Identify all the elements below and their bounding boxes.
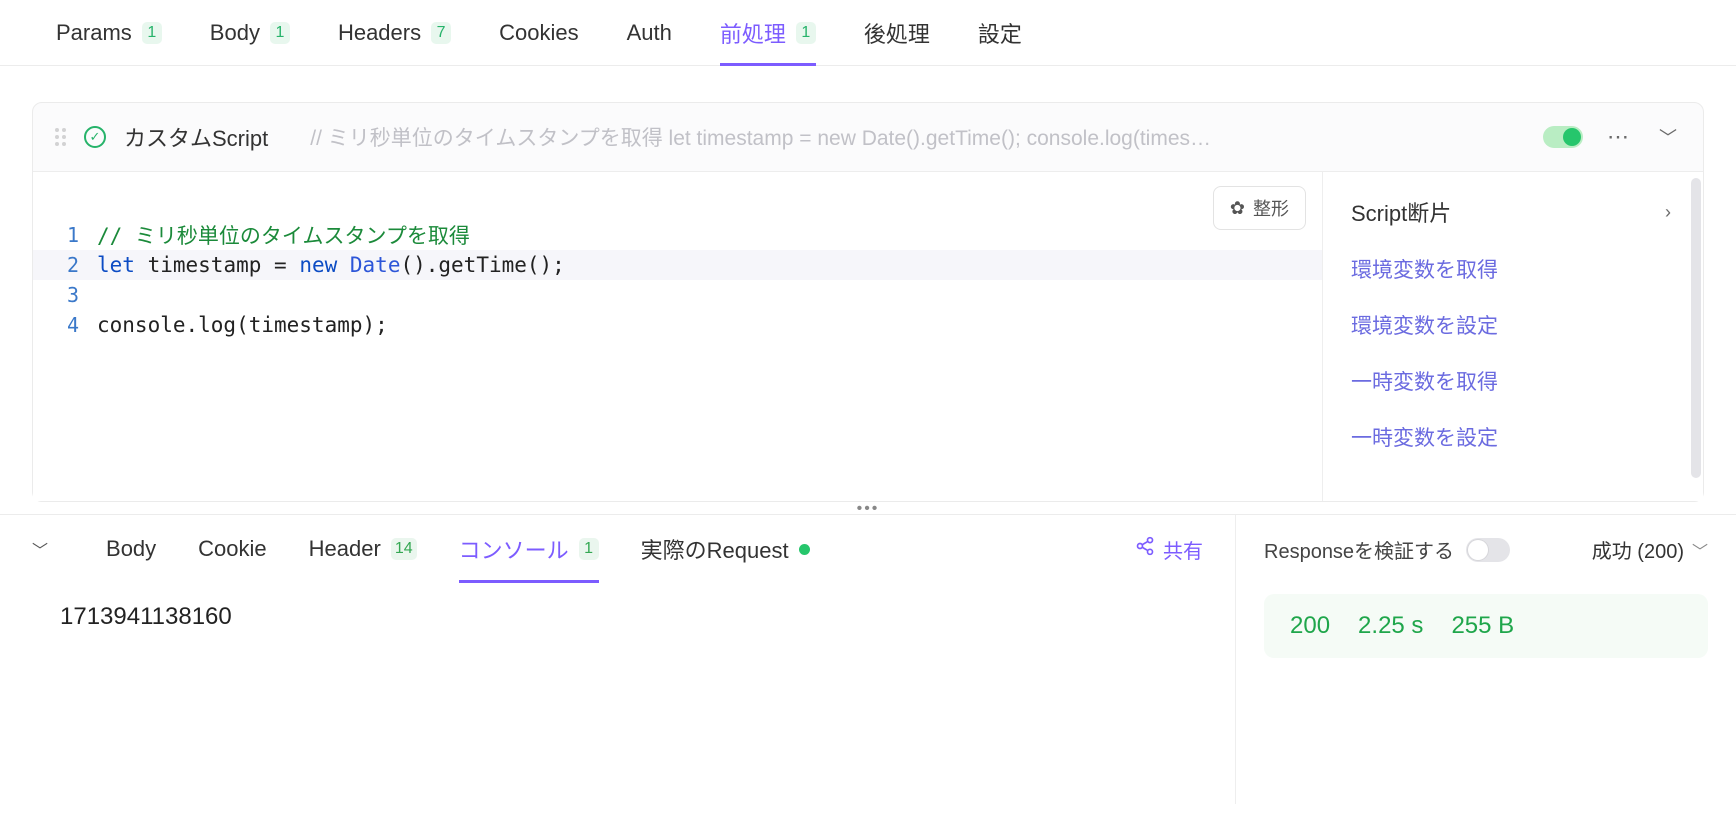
resp-tab-header[interactable]: Header 14: [309, 515, 417, 583]
metric-size: 255 B: [1451, 612, 1514, 640]
resp-tab-cookie[interactable]: Cookie: [198, 515, 266, 583]
verify-toggle[interactable]: [1466, 538, 1510, 562]
response-metrics: 200 2.25 s 255 B: [1264, 594, 1708, 658]
tab-headers[interactable]: Headers 7: [338, 0, 451, 65]
metric-time: 2.25 s: [1358, 612, 1423, 640]
drag-handle-icon[interactable]: [55, 128, 66, 146]
request-tabs: Params 1 Body 1 Headers 7 Cookies Auth 前…: [0, 0, 1736, 66]
tab-postprocess[interactable]: 後処理: [864, 0, 930, 65]
tab-headers-count: 7: [431, 22, 451, 44]
resizer-handle[interactable]: •••: [0, 500, 1736, 514]
format-label: 整形: [1253, 195, 1289, 221]
resp-tab-body[interactable]: Body: [106, 515, 156, 583]
resp-tab-body-label: Body: [106, 536, 156, 562]
resp-tab-header-count: 14: [391, 538, 417, 560]
tab-params-count: 1: [142, 22, 162, 44]
share-button[interactable]: 共有: [1135, 535, 1203, 564]
resp-tab-console-label: コンソール: [459, 533, 569, 565]
code-area: 1 // ミリ秒単位のタイムスタンプを取得 2 let timestamp = …: [33, 178, 1322, 340]
code-line-1: // ミリ秒単位のタイムスタンプを取得: [97, 224, 470, 248]
tab-body-label: Body: [210, 20, 260, 46]
tab-body[interactable]: Body 1: [210, 0, 290, 65]
tab-headers-label: Headers: [338, 20, 421, 46]
snippet-set-env[interactable]: 環境変数を設定: [1351, 310, 1675, 340]
snippet-set-temp[interactable]: 一時変数を設定: [1351, 422, 1675, 452]
response-tabs: ﹀ Body Cookie Header 14 コンソール 1 実際のReque…: [0, 515, 1235, 583]
tab-cookies[interactable]: Cookies: [499, 0, 578, 65]
gutter-1: 1: [33, 223, 97, 247]
share-label: 共有: [1163, 535, 1203, 564]
resp-tab-header-label: Header: [309, 536, 381, 562]
tab-params-label: Params: [56, 20, 132, 46]
snippet-title: Script断片: [1351, 196, 1451, 228]
tab-cookies-label: Cookies: [499, 20, 578, 46]
tab-settings-label: 設定: [978, 17, 1022, 49]
resp-tab-actual[interactable]: 実際のRequest: [641, 515, 810, 583]
snippet-get-env[interactable]: 環境変数を取得: [1351, 254, 1675, 284]
tab-body-count: 1: [270, 22, 290, 44]
gutter-4: 4: [33, 313, 97, 337]
status-text: 成功 (200): [1592, 535, 1684, 564]
resp-tab-console[interactable]: コンソール 1: [459, 515, 599, 583]
resp-tab-console-count: 1: [579, 538, 599, 560]
script-header: ✓ カスタムScript // ミリ秒単位のタイムスタンプを取得 let tim…: [33, 103, 1703, 171]
dot-icon: [799, 544, 810, 555]
tab-preprocess-count: 1: [796, 22, 816, 44]
response-area: ﹀ Body Cookie Header 14 コンソール 1 実際のReque…: [0, 514, 1736, 804]
gutter-2: 2: [33, 253, 97, 277]
snippet-get-temp[interactable]: 一時変数を取得: [1351, 366, 1675, 396]
collapse-icon[interactable]: ﹀: [32, 537, 48, 561]
script-title: カスタムScript: [124, 121, 268, 153]
tab-preprocess[interactable]: 前処理 1: [720, 0, 816, 65]
format-icon: ✿: [1230, 198, 1245, 219]
snippet-panel: Script断片 › 環境変数を取得 環境変数を設定 一時変数を取得 一時変数を…: [1323, 172, 1703, 501]
tab-settings[interactable]: 設定: [978, 0, 1022, 65]
editor-row: ✿ 整形 1 // ミリ秒単位のタイムスタンプを取得 2 let timesta…: [33, 171, 1703, 501]
script-enabled-toggle[interactable]: [1543, 126, 1583, 148]
script-block: ✓ カスタムScript // ミリ秒単位のタイムスタンプを取得 let tim…: [32, 102, 1704, 502]
enabled-check-icon: ✓: [84, 126, 106, 148]
tab-postprocess-label: 後処理: [864, 17, 930, 49]
resp-tab-cookie-label: Cookie: [198, 536, 266, 562]
chevron-down-icon: ﹀: [1692, 538, 1708, 562]
chevron-right-icon[interactable]: ›: [1661, 202, 1675, 223]
tab-preprocess-label: 前処理: [720, 17, 786, 49]
resp-tab-actual-label: 実際のRequest: [641, 533, 789, 565]
scrollbar[interactable]: [1691, 178, 1701, 478]
code-line-2: let timestamp = new Date().getTime();: [97, 253, 565, 277]
tab-params[interactable]: Params 1: [56, 0, 162, 65]
format-button[interactable]: ✿ 整形: [1213, 186, 1306, 230]
response-right: Responseを検証する 成功 (200) ﹀ 200 2.25 s 255 …: [1236, 515, 1736, 804]
code-editor[interactable]: ✿ 整形 1 // ミリ秒単位のタイムスタンプを取得 2 let timesta…: [33, 172, 1323, 501]
tab-auth-label: Auth: [627, 20, 672, 46]
script-preview: // ミリ秒単位のタイムスタンプを取得 let timestamp = new …: [310, 122, 1525, 152]
gutter-3: 3: [33, 283, 97, 307]
chevron-down-icon[interactable]: ﹀: [1655, 124, 1681, 150]
response-left: ﹀ Body Cookie Header 14 コンソール 1 実際のReque…: [0, 515, 1236, 804]
metric-status-code: 200: [1290, 612, 1330, 640]
status-dropdown[interactable]: 成功 (200) ﹀: [1592, 535, 1708, 564]
console-output: 1713941138160: [0, 583, 1235, 651]
code-line-4: console.log(timestamp);: [97, 313, 388, 337]
verify-label: Responseを検証する: [1264, 535, 1454, 564]
more-icon[interactable]: ⋯: [1601, 124, 1637, 150]
tab-auth[interactable]: Auth: [627, 0, 672, 65]
share-icon: [1135, 536, 1155, 562]
